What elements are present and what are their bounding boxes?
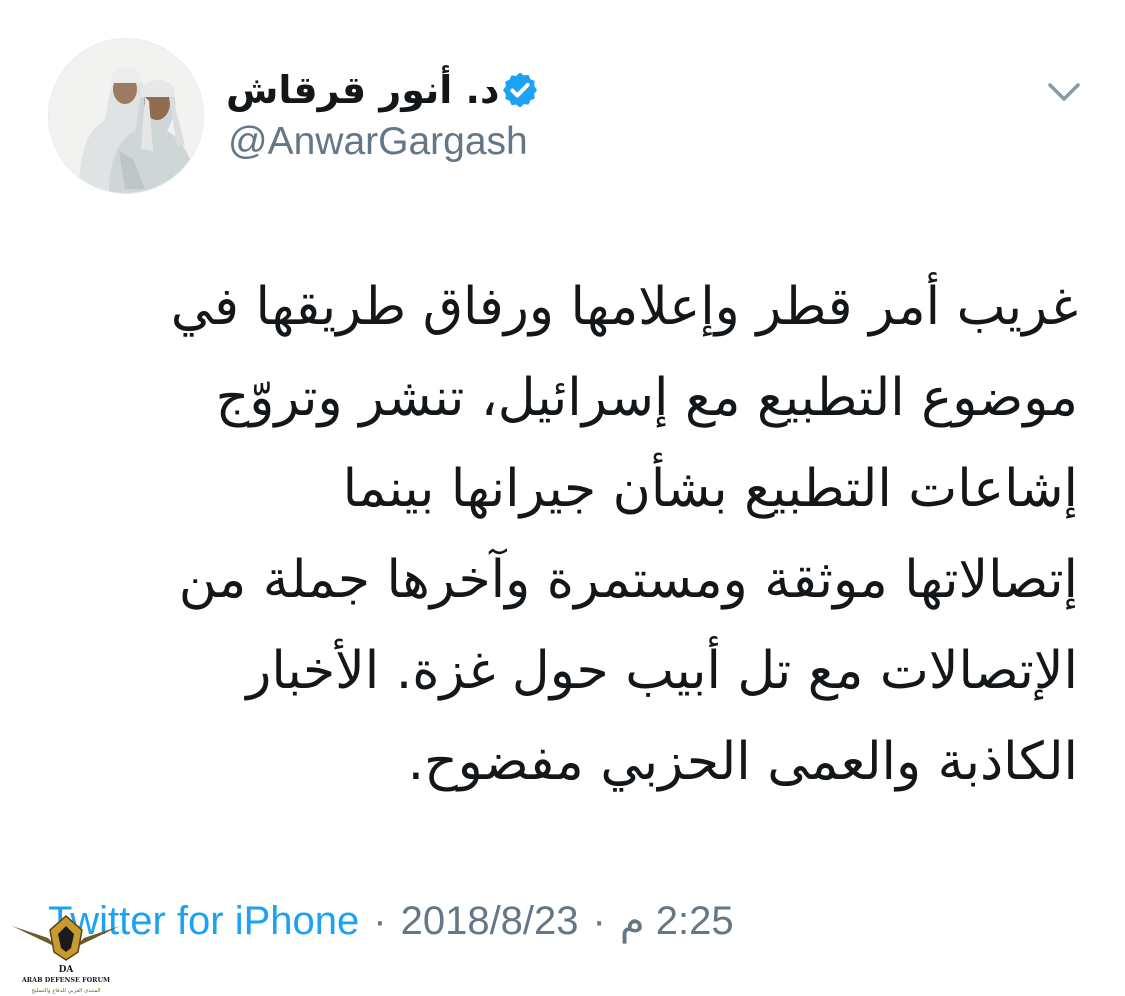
svg-text:DA: DA bbox=[59, 965, 75, 975]
chevron-down-icon[interactable] bbox=[1042, 70, 1086, 114]
profile-avatar[interactable] bbox=[48, 38, 204, 194]
svg-text:المنتدى العربي للدفاع والتسليح: المنتدى العربي للدفاع والتسليح bbox=[31, 988, 100, 994]
verified-badge-icon bbox=[502, 72, 537, 108]
user-name-row[interactable]: د. أنور قرقاش bbox=[226, 64, 586, 116]
meta-separator: · bbox=[373, 898, 387, 943]
tweet-date[interactable]: 2018/8/23 bbox=[401, 899, 579, 944]
tweet-line: الكاذبة والعمى الحزبي مفضوح. bbox=[407, 732, 1078, 792]
tweet-time[interactable]: 2:25 م bbox=[620, 898, 734, 944]
user-handle[interactable]: @AnwarGargash bbox=[228, 120, 528, 164]
watermark-logo: DA ARAB DEFENSE FORUM المنتدى العربي للد… bbox=[8, 908, 124, 996]
meta-separator: · bbox=[592, 898, 606, 943]
tweet-line: إشاعات التطبيع بشأن جيرانها بينما bbox=[342, 459, 1078, 519]
tweet-meta: Twitter for iPhone · 2018/8/23 · 2:25 م bbox=[48, 893, 734, 949]
tweet-line: إتصالاتها موثقة ومستمرة وآخرها جملة من bbox=[178, 550, 1078, 610]
svg-text:ARAB DEFENSE FORUM: ARAB DEFENSE FORUM bbox=[21, 976, 110, 984]
tweet-line: الإتصالات مع تل أبيب حول غزة. الأخبار bbox=[246, 641, 1078, 701]
arab-defense-forum-logo: DA ARAB DEFENSE FORUM المنتدى العربي للد… bbox=[12, 915, 120, 994]
tweet-text: غريب أمر قطر وإعلامها ورفاق طريقها في مو… bbox=[60, 262, 1078, 808]
tweet-line: موضوع التطبيع مع إسرائيل، تنشر وتروّج bbox=[215, 368, 1078, 428]
avatar-image bbox=[49, 39, 203, 193]
tweet-line: غريب أمر قطر وإعلامها ورفاق طريقها في bbox=[170, 277, 1078, 337]
display-name[interactable]: د. أنور قرقاش bbox=[226, 68, 500, 112]
